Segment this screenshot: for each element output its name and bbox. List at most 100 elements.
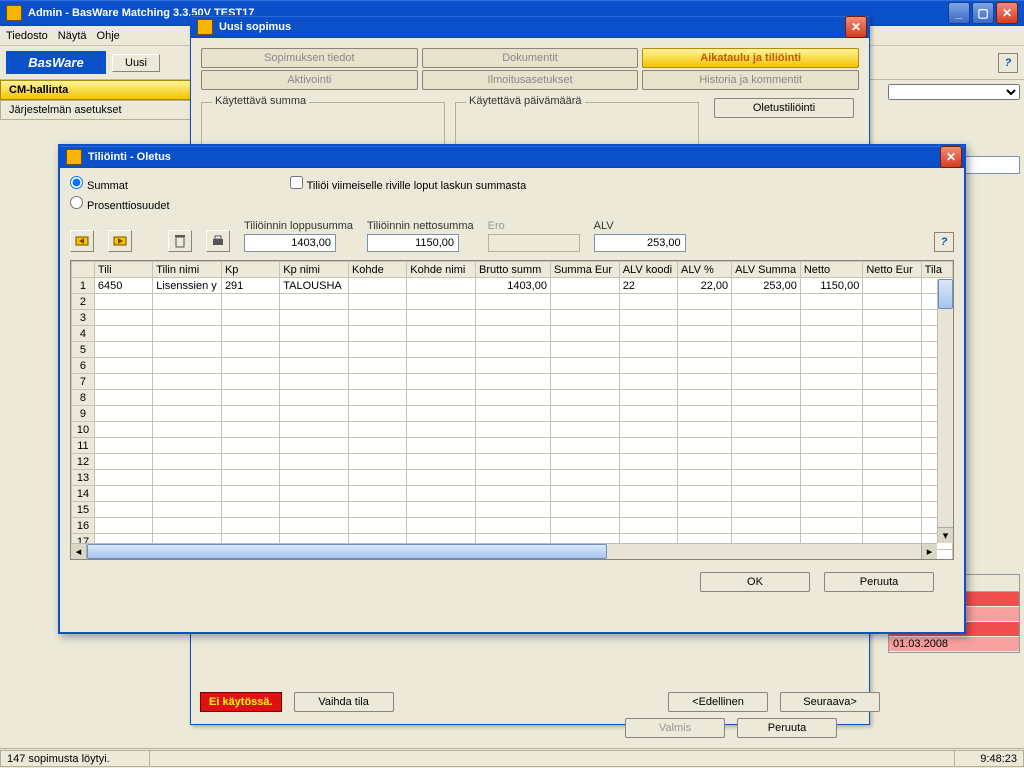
table-row[interactable]: 4 [72,326,953,342]
hscroll-right-icon[interactable]: ▸ [921,544,937,559]
subwin-tabs-row2: Aktivointi Ilmoitusasetukset Historia ja… [201,70,859,90]
table-row[interactable]: 8 [72,390,953,406]
table-row[interactable]: 16 [72,518,953,534]
grid-col-header[interactable]: Summa Eur [550,262,619,278]
table-row[interactable]: 3 [72,310,953,326]
grid-col-header[interactable]: Brutto summ [476,262,551,278]
subwin-titlebar: Uusi sopimus ✕ [191,16,869,38]
date-row[interactable]: 01.03.2008 [889,637,1019,652]
grid-col-header[interactable]: ALV % [678,262,732,278]
menu-nayta[interactable]: Näytä [58,30,87,42]
minimize-button[interactable]: _ [948,2,970,24]
tab-aktivointi[interactable]: Aktivointi [201,70,418,90]
nav-first-icon[interactable] [70,230,94,252]
app-icon [6,5,22,21]
grid-vscrollbar[interactable]: ▾ [937,279,953,543]
print-icon[interactable] [206,230,230,252]
help-icon[interactable]: ? [998,53,1018,73]
grid-col-header[interactable]: Kohde nimi [407,262,476,278]
table-row[interactable]: 6 [72,358,953,374]
input-ero [488,234,580,252]
window-controls: _ ▢ ✕ [948,2,1024,24]
tab-dokumentit[interactable]: Dokumentit [422,48,639,68]
modal-cancel-button[interactable]: Peruuta [824,572,934,592]
modal-help-icon[interactable]: ? [934,232,954,252]
radio-summat[interactable]: Summat [70,176,170,192]
sidebar-tab-cm[interactable]: CM-hallinta [0,80,195,100]
modal-close-button[interactable]: ✕ [940,146,962,168]
subwin-bottom-buttons-2: Valmis Peruuta [625,718,837,738]
peruuta-button[interactable]: Peruuta [737,718,837,738]
hscroll-thumb[interactable] [87,544,607,559]
table-row[interactable]: 5 [72,342,953,358]
ok-button[interactable]: OK [700,572,810,592]
seuraava-button[interactable]: Seuraava> [780,692,880,712]
vscroll-thumb[interactable] [938,279,953,309]
table-row[interactable]: 12 [72,454,953,470]
uusi-button[interactable]: Uusi [112,54,160,72]
tab-sopimuksen-tiedot[interactable]: Sopimuksen tiedot [201,48,418,68]
edellinen-button[interactable]: <Edellinen [668,692,768,712]
subwin-close-button[interactable]: ✕ [845,16,867,38]
grid-col-header[interactable]: Tila [921,262,952,278]
grid-col-header[interactable]: Kohde [348,262,406,278]
total-netto: Tiliöinnin nettosumma [367,220,474,252]
grid-col-header[interactable]: Netto [800,262,862,278]
close-button[interactable]: ✕ [996,2,1018,24]
sidebar-tab-settings[interactable]: Järjestelmän asetukset [0,100,195,120]
table-row[interactable]: 14 [72,486,953,502]
status-time: 9:48:23 [954,750,1024,767]
modal-icon [66,149,82,165]
statusbar: 147 sopimusta löytyi. 9:48:23 [0,748,1024,768]
status-left: 147 sopimusta löytyi. [0,750,150,767]
status-mid [150,750,954,767]
state-button-red[interactable]: Ei käytössä. [200,692,282,712]
oletustiliöinti-button[interactable]: Oletustiliöinti [714,98,854,118]
hscroll-left-icon[interactable]: ◂ [71,544,87,559]
grid-col-header[interactable]: Tilin nimi [153,262,222,278]
total-ero: Ero [488,220,580,252]
menu-tiedosto[interactable]: Tiedosto [6,30,48,42]
grid-col-header[interactable]: Netto Eur [863,262,921,278]
right-combo[interactable] [888,84,1020,100]
nav-next-icon[interactable] [108,230,132,252]
grid-table[interactable]: TiliTilin nimiKpKp nimiKohdeKohde nimiBr… [71,261,953,560]
delete-icon[interactable] [168,230,192,252]
tab-historia[interactable]: Historia ja kommentit [642,70,859,90]
table-row[interactable]: 16450Lisenssien y291TALOUSHA1403,002222,… [72,278,953,294]
grid-hscrollbar[interactable]: ◂ ▸ [71,543,937,559]
grid-col-header[interactable]: ALV Summa [732,262,801,278]
table-row[interactable]: 11 [72,438,953,454]
totals-row: Tiliöinnin loppusumma Tiliöinnin nettosu… [70,220,954,252]
chk-lastrow[interactable]: Tiliöi viimeiselle riville loput laskun … [290,176,527,192]
vscroll-down-icon[interactable]: ▾ [938,527,953,543]
input-netto[interactable] [367,234,459,252]
tab-ilmoitus[interactable]: Ilmoitusasetukset [422,70,639,90]
radio-prosentti[interactable]: Prosenttiosuudet [70,196,170,212]
grid-col-header[interactable]: Tili [94,262,152,278]
posting-grid[interactable]: TiliTilin nimiKpKp nimiKohdeKohde nimiBr… [70,260,954,560]
input-loppu[interactable] [244,234,336,252]
input-alv[interactable] [594,234,686,252]
brand-logo: BasWare [6,51,106,74]
subwin-tabs-row1: Sopimuksen tiedot Dokumentit Aikataulu j… [201,48,859,68]
grid-col-header[interactable]: ALV koodi [619,262,677,278]
modal-title: Tiliöinti - Oletus [88,151,171,163]
table-row[interactable]: 9 [72,406,953,422]
maximize-button[interactable]: ▢ [972,2,994,24]
table-row[interactable]: 2 [72,294,953,310]
menu-ohje[interactable]: Ohje [97,30,120,42]
grid-header-row: TiliTilin nimiKpKp nimiKohdeKohde nimiBr… [72,262,953,278]
grid-col-header[interactable]: Kp nimi [280,262,349,278]
grid-col-header[interactable]: Kp [221,262,279,278]
table-row[interactable]: 10 [72,422,953,438]
mode-radiogroup: Summat Prosenttiosuudet [70,176,170,212]
table-row[interactable]: 13 [72,470,953,486]
valmis-button[interactable]: Valmis [625,718,725,738]
group-label-sum: Käytettävä summa [212,95,309,107]
label-alv: ALV [594,220,614,232]
table-row[interactable]: 15 [72,502,953,518]
vaihda-tila-button[interactable]: Vaihda tila [294,692,394,712]
tab-aikataulu[interactable]: Aikataulu ja tiliöinti [642,48,859,68]
table-row[interactable]: 7 [72,374,953,390]
